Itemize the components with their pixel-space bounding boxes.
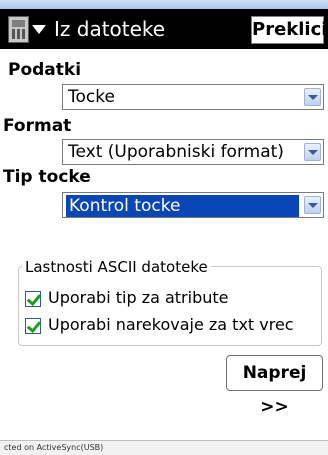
use-quotes-label[interactable]: Uporabi narekovaje za txt vrec <box>48 315 318 335</box>
format-combobox[interactable]: Text (Uporabniski format) <box>62 139 324 165</box>
format-label: Format <box>3 116 72 136</box>
data-combobox[interactable]: Tocke <box>62 84 324 110</box>
data-label: Podatki <box>8 60 82 80</box>
ascii-group-title: Lastnosti ASCII datoteke <box>22 258 211 276</box>
device-screen-shape <box>12 20 25 27</box>
use-quotes-checkbox[interactable] <box>25 318 41 334</box>
point-type-combobox[interactable]: Kontrol tocke <box>62 192 324 218</box>
window-title: Iz datoteke <box>54 17 166 41</box>
top-window-strip <box>0 0 328 9</box>
use-type-for-attributes-checkbox[interactable] <box>25 291 41 307</box>
point-type-value: Kontrol tocke <box>66 195 299 217</box>
dropdown-arrow-icon[interactable] <box>304 143 321 161</box>
chevron-down-icon[interactable] <box>32 25 46 34</box>
data-value: Tocke <box>68 87 115 107</box>
dropdown-arrow-icon[interactable] <box>304 88 321 106</box>
status-text: cted on ActiveSync(USB) <box>4 443 104 452</box>
cancel-button[interactable]: Preklici <box>251 16 327 44</box>
point-type-label: Tip tocke <box>3 167 91 187</box>
format-value: Text (Uporabniski format) <box>68 142 284 162</box>
status-bar: cted on ActiveSync(USB) <box>0 440 328 455</box>
dropdown-arrow-icon[interactable] <box>304 196 321 214</box>
handheld-device-icon[interactable] <box>8 16 29 43</box>
use-type-for-attributes-label[interactable]: Uporabi tip za atribute <box>48 288 318 308</box>
next-button[interactable]: Naprej >> <box>226 355 323 417</box>
device-keys-shape <box>12 29 25 39</box>
